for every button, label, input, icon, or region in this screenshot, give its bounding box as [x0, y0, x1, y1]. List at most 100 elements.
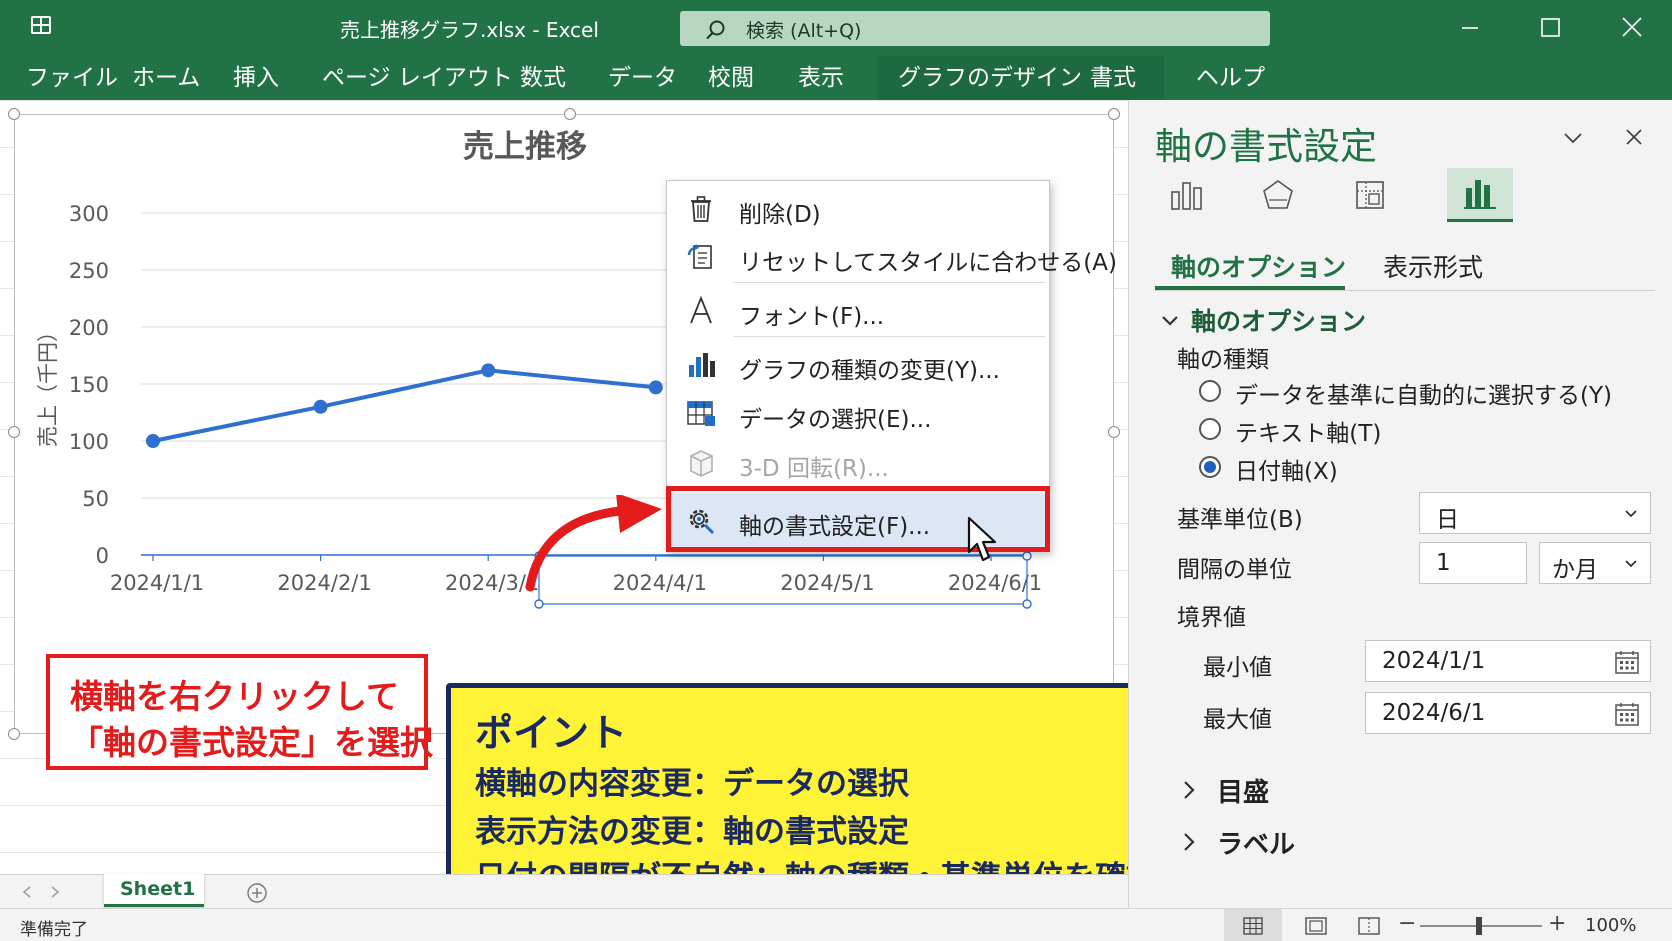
- y-tick-label: 50: [82, 487, 109, 511]
- tab-review[interactable]: 校閲: [708, 61, 754, 95]
- window-title: 売上推移グラフ.xlsx - Excel: [340, 18, 599, 42]
- menu-item-delete[interactable]: 削除(D): [667, 185, 1051, 233]
- radio-text-axis[interactable]: [1199, 418, 1221, 440]
- mouse-cursor-icon: [967, 516, 997, 562]
- tab-file[interactable]: ファイル: [26, 61, 118, 95]
- base-unit-select[interactable]: 日: [1419, 492, 1651, 534]
- close-pane-icon[interactable]: [1623, 126, 1645, 148]
- interval-input[interactable]: 1: [1419, 542, 1527, 584]
- maximize-button[interactable]: [1530, 10, 1570, 46]
- chevron-right-icon[interactable]: [48, 884, 62, 900]
- data-point[interactable]: [648, 380, 663, 395]
- tab-page-layout[interactable]: ページ レイアウト: [322, 61, 513, 95]
- page-layout-view-icon[interactable]: [1305, 917, 1327, 935]
- chart-resize-handle[interactable]: [1108, 426, 1120, 438]
- fill-line-icon[interactable]: [1169, 178, 1203, 212]
- menu-item-select-data[interactable]: データの選択(E)...: [667, 390, 1051, 438]
- data-point[interactable]: [481, 363, 496, 378]
- page-break-view-icon[interactable]: [1358, 917, 1380, 935]
- x-tick-label[interactable]: 2024/1/1: [110, 571, 204, 595]
- add-sheet-icon[interactable]: [246, 882, 268, 904]
- minimize-button[interactable]: [1450, 10, 1490, 46]
- size-properties-icon[interactable]: [1353, 178, 1387, 212]
- tab-view[interactable]: 表示: [798, 61, 844, 95]
- close-window-button[interactable]: [1612, 10, 1652, 46]
- axis-selection-handle: [1022, 551, 1032, 561]
- chart-resize-handle[interactable]: [8, 426, 20, 438]
- tab-format[interactable]: 書式: [1090, 61, 1136, 95]
- title-bar: 売上推移グラフ.xlsx - Excel 検索 (Alt+Q): [0, 0, 1672, 56]
- chevron-left-icon[interactable]: [20, 884, 34, 900]
- y-axis-title: 売上（千円）: [36, 321, 60, 447]
- chevron-down-icon: [1625, 510, 1637, 518]
- zoom-slider-thumb[interactable]: [1476, 917, 1482, 935]
- menu-separator: [733, 336, 1045, 337]
- axis-options-icon-tab[interactable]: [1447, 168, 1513, 222]
- calendar-icon[interactable]: [1614, 649, 1640, 675]
- zoom-in-button[interactable]: +: [1548, 911, 1566, 936]
- radio-date-axis[interactable]: [1199, 456, 1221, 478]
- axis-selection-handle: [1022, 599, 1032, 609]
- x-tick-label[interactable]: 2024/6/1: [948, 571, 1042, 595]
- chevron-right-icon[interactable]: [1179, 830, 1199, 854]
- callout-title: ポイント: [475, 711, 628, 755]
- interval-label: 間隔の単位: [1177, 557, 1292, 583]
- max-value: 2024/6/1: [1382, 700, 1486, 726]
- radio-label: データを基準に自動的に選択する(Y): [1235, 383, 1612, 409]
- max-date-input[interactable]: 2024/6/1: [1365, 692, 1651, 734]
- axis-bar-chart-icon: [1464, 180, 1496, 209]
- sheet-tab-label: Sheet1: [120, 878, 196, 900]
- tab-insert[interactable]: 挿入: [233, 61, 279, 95]
- tab-data[interactable]: データ: [608, 61, 677, 95]
- calendar-icon[interactable]: [1614, 701, 1640, 727]
- y-tick-label: 250: [69, 259, 109, 283]
- excel-logo-icon[interactable]: [30, 14, 52, 36]
- chevron-down-icon[interactable]: [1561, 128, 1585, 148]
- tab-formulas[interactable]: 数式: [520, 61, 566, 95]
- tab-help[interactable]: ヘルプ: [1196, 61, 1265, 95]
- tab-number-format[interactable]: 表示形式: [1383, 248, 1483, 284]
- x-tick-label[interactable]: 2024/2/1: [277, 571, 371, 595]
- chart-resize-handle[interactable]: [8, 108, 20, 120]
- x-tick-label[interactable]: 2024/5/1: [780, 571, 874, 595]
- menu-item-label: グラフの種類の変更(Y)...: [739, 358, 1000, 384]
- chart-resize-handle[interactable]: [8, 728, 20, 740]
- tab-home[interactable]: ホーム: [132, 61, 200, 95]
- zoom-out-button[interactable]: −: [1398, 911, 1416, 936]
- y-tick-label: 150: [69, 373, 109, 397]
- interval-unit-select[interactable]: か月: [1539, 542, 1651, 584]
- format-axis-pane: 軸の書式設定 軸のオプション 表示形式 軸のオプション 軸の種類 データを基準に…: [1128, 100, 1672, 908]
- chevron-right-icon[interactable]: [1179, 778, 1199, 802]
- instruction-callout: 横軸を右クリックして 「軸の書式設定」を選択: [46, 654, 433, 770]
- y-tick-label: 200: [69, 316, 109, 340]
- menu-item-change-chart-type[interactable]: グラフの種類の変更(Y)...: [667, 341, 1051, 389]
- section-axis-options[interactable]: 軸のオプション: [1191, 302, 1366, 338]
- menu-item-reset-style[interactable]: リセットしてスタイルに合わせる(A): [667, 233, 1117, 281]
- radio-auto-select[interactable]: [1199, 380, 1221, 402]
- menu-item-font[interactable]: フォント(F)...: [667, 287, 1051, 335]
- status-bar: 準備完了 − + 100%: [0, 908, 1672, 941]
- sheet-tab-sheet1[interactable]: Sheet1: [104, 874, 204, 907]
- chart-title[interactable]: 売上推移: [463, 129, 587, 165]
- chart-type-icon: [689, 353, 715, 377]
- section-tick-marks[interactable]: 目盛: [1217, 772, 1269, 809]
- menu-separator: [733, 282, 1045, 283]
- close-icon: [1622, 17, 1642, 37]
- data-point[interactable]: [313, 399, 328, 414]
- min-date-input[interactable]: 2024/1/1: [1365, 640, 1651, 682]
- tab-axis-options[interactable]: 軸のオプション: [1171, 248, 1346, 284]
- data-point[interactable]: [146, 434, 160, 448]
- min-label: 最小値: [1203, 655, 1272, 681]
- search-placeholder: 検索 (Alt+Q): [746, 20, 862, 42]
- section-labels[interactable]: ラベル: [1217, 824, 1295, 861]
- zoom-level[interactable]: 100%: [1585, 915, 1636, 936]
- view-normal-button[interactable]: [1224, 909, 1282, 941]
- chart-resize-handle[interactable]: [564, 108, 576, 120]
- effects-pentagon-icon[interactable]: [1261, 178, 1295, 212]
- search-icon: [706, 20, 725, 40]
- ribbon-tabs: ファイル ホーム 挿入 ページ レイアウト 数式 データ 校閲 表示 グラフのデ…: [0, 56, 1672, 100]
- chevron-down-icon[interactable]: [1159, 310, 1181, 332]
- tab-chart-design[interactable]: グラフのデザイン: [898, 61, 1082, 95]
- chart-resize-handle[interactable]: [1108, 108, 1120, 120]
- search-input[interactable]: 検索 (Alt+Q): [680, 11, 1270, 46]
